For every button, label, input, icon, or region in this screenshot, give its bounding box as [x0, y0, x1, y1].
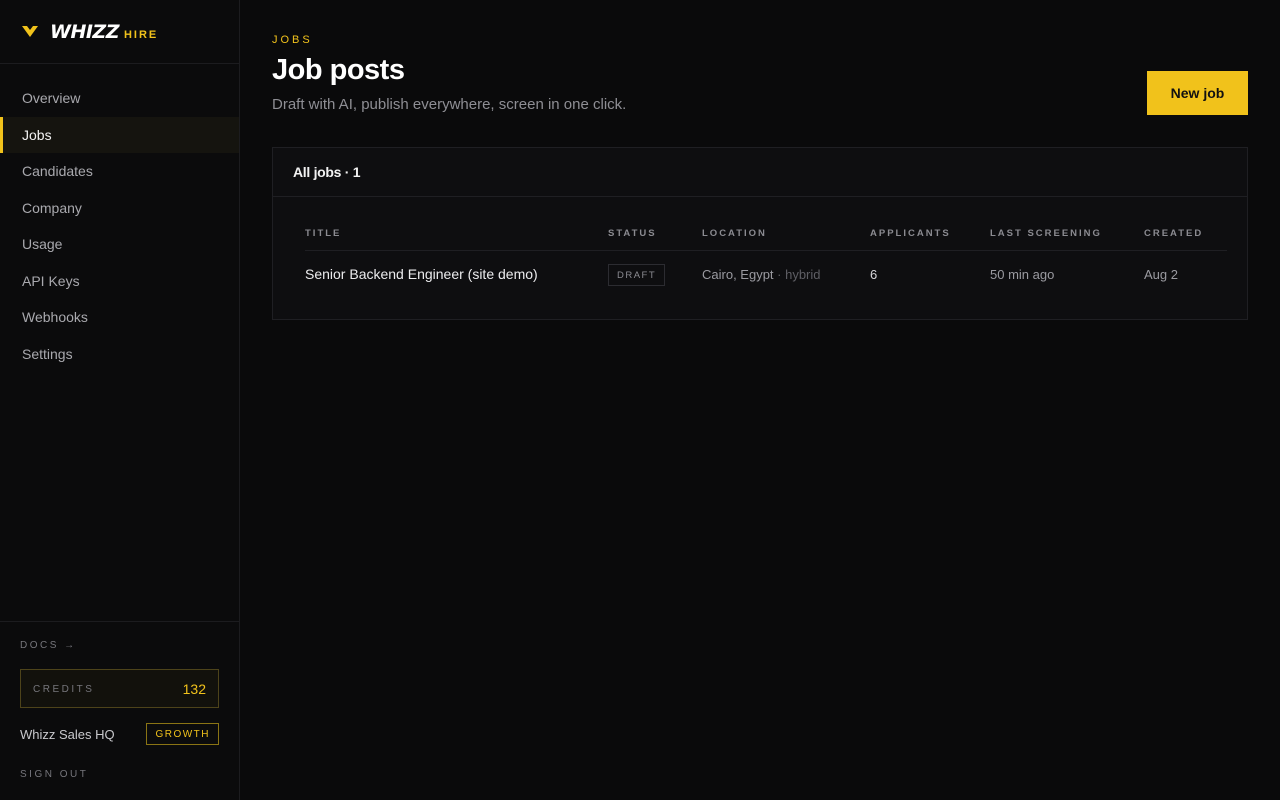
page-eyebrow: JOBS [272, 34, 313, 46]
workspace-name: Whizz Sales HQ [20, 726, 115, 742]
brand-sub: HIRE [123, 28, 159, 41]
jobs-table: TITLE STATUS LOCATION APPLICANTS LAST SC… [305, 197, 1227, 299]
column-header-last-screening[interactable]: LAST SCREENING [990, 228, 1102, 239]
column-header-created[interactable]: CREATED [1144, 228, 1203, 239]
sidebar-item-usage[interactable]: Usage [0, 226, 239, 263]
page-title: Job posts [272, 54, 405, 86]
sidebar-item-settings[interactable]: Settings [0, 336, 239, 373]
location-city: Cairo, Egypt [702, 267, 774, 282]
sidebar-item-webhooks[interactable]: Webhooks [0, 299, 239, 336]
column-header-applicants[interactable]: APPLICANTS [870, 228, 951, 239]
new-job-button[interactable]: New job [1147, 71, 1248, 115]
status-badge: DRAFT [608, 264, 666, 286]
panel-header: All jobs · 1 [273, 148, 1247, 197]
sidebar-nav: Overview Jobs Candidates Company Usage A… [0, 80, 239, 372]
sidebar-item-jobs[interactable]: Jobs [0, 116, 239, 153]
job-location: Cairo, Egypt · hybrid [702, 267, 821, 282]
page-subtitle: Draft with AI, publish everywhere, scree… [272, 96, 627, 113]
job-title[interactable]: Senior Backend Engineer (site demo) [305, 266, 538, 282]
credits-value: 132 [182, 680, 206, 697]
sidebar-item-overview[interactable]: Overview [0, 80, 239, 117]
credits-box: CREDITS 132 [20, 669, 219, 708]
sidebar: WHIZZ HIRE Overview Jobs Candidates Comp… [0, 0, 240, 800]
sidebar-item-company[interactable]: Company [0, 190, 239, 227]
brand-logo[interactable]: WHIZZ HIRE [0, 0, 239, 64]
credits-label: CREDITS [33, 684, 95, 695]
logo-mark-icon [22, 26, 38, 38]
main-content: JOBS Job posts Draft with AI, publish ev… [240, 0, 1280, 800]
last-screening: 50 min ago [990, 267, 1055, 282]
sidebar-footer: DOCS → CREDITS 132 Whizz Sales HQ GROWTH… [0, 621, 239, 800]
column-header-status[interactable]: STATUS [608, 228, 657, 239]
created-date: Aug 2 [1144, 267, 1178, 282]
jobs-panel: All jobs · 1 TITLE STATUS LOCATION APPLI… [272, 147, 1248, 320]
sidebar-item-candidates[interactable]: Candidates [0, 153, 239, 190]
sidebar-item-api-keys[interactable]: API Keys [0, 263, 239, 300]
plan-badge: GROWTH [146, 723, 219, 745]
table-row[interactable]: Senior Backend Engineer (site demo) DRAF… [305, 251, 1227, 299]
sign-out-link[interactable]: SIGN OUT [20, 769, 88, 780]
workspace-info: Whizz Sales HQ GROWTH [20, 723, 219, 745]
location-mode: · hybrid [773, 267, 821, 282]
docs-link[interactable]: DOCS → [20, 640, 77, 651]
brand-name: WHIZZ [50, 20, 119, 43]
column-header-location[interactable]: LOCATION [702, 228, 767, 239]
table-header: TITLE STATUS LOCATION APPLICANTS LAST SC… [305, 197, 1227, 251]
applicants-count: 6 [870, 267, 878, 282]
column-header-title[interactable]: TITLE [305, 228, 341, 239]
panel-title: All jobs · 1 [293, 164, 361, 180]
